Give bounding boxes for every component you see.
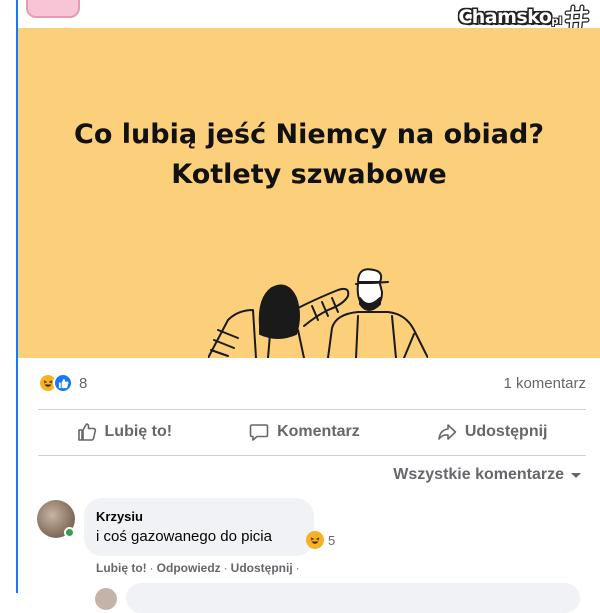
comment-reactions[interactable]: 5 xyxy=(306,531,335,549)
like-button-label: Lubię to! xyxy=(104,423,173,440)
comment-button[interactable]: Komentarz xyxy=(249,422,360,442)
share-arrow-icon xyxy=(438,424,457,440)
joke-answer: Kotlety szwabowe xyxy=(171,159,447,190)
share-button[interactable]: Udostępnij xyxy=(437,422,548,442)
separator: · xyxy=(223,561,228,575)
haha-icon xyxy=(306,531,324,549)
comments-count-link[interactable]: 1 komentarz xyxy=(503,375,586,392)
comment-button-label: Komentarz xyxy=(277,423,360,440)
post-image[interactable]: Co lubią jeść Niemcy na obiad? Kotlety s… xyxy=(18,28,600,358)
comment-author[interactable]: Krzysiu xyxy=(96,509,143,524)
reactions-count: 8 xyxy=(79,374,88,392)
post-actions: Lubię to! Komentarz Udostępnij xyxy=(38,412,586,452)
reply-input[interactable] xyxy=(126,583,580,613)
like-icon xyxy=(53,373,73,393)
couple-illustration xyxy=(208,268,428,358)
logo-text: Chamsko xyxy=(458,6,552,28)
comment-reaction-count: 5 xyxy=(328,532,336,548)
divider-top xyxy=(38,409,586,410)
chevron-down-icon xyxy=(571,473,581,478)
comments-filter-label: Wszystkie komentarze xyxy=(393,466,564,483)
comment-text: i coś gazowanego do picia xyxy=(96,528,272,545)
reactions-summary: 8 1 komentarz xyxy=(38,371,586,395)
separator: · xyxy=(149,561,154,575)
share-button-label: Udostępnij xyxy=(464,423,548,440)
divider-bottom xyxy=(38,455,586,456)
comment-like-link[interactable]: Lubię to! xyxy=(96,561,147,575)
comments-filter-dropdown[interactable]: Wszystkie komentarze xyxy=(393,466,582,484)
chamsko-logo: Chamsko pl xyxy=(458,4,590,30)
like-button[interactable]: Lubię to! xyxy=(77,422,173,442)
comment-share-link[interactable]: Udostępnij xyxy=(231,561,293,575)
page-avatar[interactable] xyxy=(26,0,80,18)
joke-question: Co lubią jeść Niemcy na obiad? xyxy=(74,119,544,150)
logo-suffix: pl xyxy=(551,15,562,27)
online-status-dot xyxy=(64,527,75,538)
thumbs-up-icon xyxy=(77,423,96,441)
comment-reply-link[interactable]: Odpowiedz xyxy=(157,561,221,575)
comment-actions: Lubię to! · Odpowiedz · Udostępnij · xyxy=(96,561,300,575)
comment-bubble: Krzysiu i coś gazowanego do picia xyxy=(84,498,314,556)
logo-hash-icon xyxy=(564,4,590,30)
post-image-text: Co lubią jeść Niemcy na obiad? Kotlety s… xyxy=(18,115,600,195)
separator: · xyxy=(295,561,300,575)
comment-bubble-icon xyxy=(249,424,269,441)
current-user-avatar xyxy=(95,588,117,610)
reaction-icons[interactable]: 8 xyxy=(38,373,87,393)
